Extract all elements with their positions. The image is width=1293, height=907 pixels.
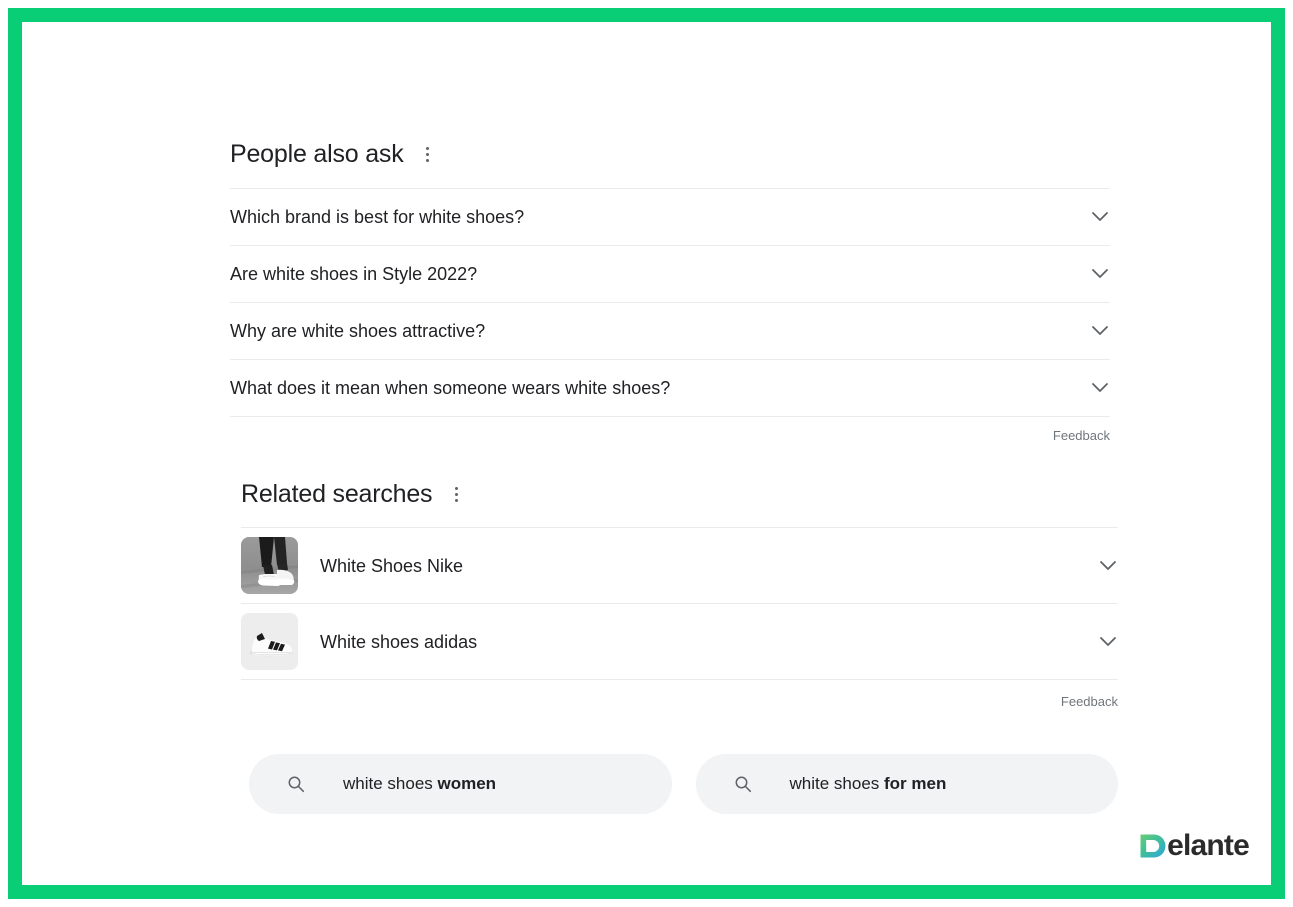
people-also-ask-title: People also ask [230, 140, 404, 168]
serp-canvas: People also ask Which brand is best for … [22, 22, 1271, 885]
people-also-ask-section: People also ask Which brand is best for … [230, 134, 1110, 446]
feedback-link[interactable]: Feedback [1053, 428, 1110, 444]
delante-d-mark-icon [1139, 833, 1166, 860]
chevron-down-icon[interactable] [1090, 264, 1110, 284]
delante-wordmark: elante [1167, 829, 1250, 862]
chevron-down-icon[interactable] [1098, 556, 1118, 576]
paa-question-row[interactable]: What does it mean when someone wears whi… [230, 359, 1110, 416]
related-search-text: White shoes adidas [320, 631, 478, 652]
related-searches-list: White Shoes Nike White shoes adidas Feed… [241, 527, 1118, 713]
kebab-dot [426, 152, 430, 156]
green-page-frame: People also ask Which brand is best for … [8, 8, 1285, 899]
kebab-menu-icon[interactable] [421, 144, 435, 164]
chevron-down-icon[interactable] [1098, 632, 1118, 652]
related-searches-section: Related searches White Shoes Nike White … [241, 474, 1118, 713]
query-chip-label: white shoes for men [790, 773, 947, 795]
search-icon [734, 775, 752, 793]
related-search-row[interactable]: White Shoes Nike [241, 527, 1118, 603]
related-searches-header: Related searches [241, 474, 1118, 514]
kebab-dot [454, 498, 458, 502]
query-chip-women[interactable]: white shoes women [249, 754, 672, 814]
kebab-dot [426, 146, 430, 150]
search-icon [287, 775, 305, 793]
feedback-link[interactable]: Feedback [1061, 694, 1118, 710]
query-chip-row: white shoes women white shoes for men [249, 754, 1118, 814]
query-chip-label: white shoes women [343, 773, 496, 795]
paa-question-text: Are white shoes in Style 2022? [230, 264, 478, 284]
query-chip-highlight: women [437, 774, 497, 793]
kebab-dot [426, 158, 430, 162]
query-chip-prefix: white shoes [789, 774, 884, 793]
paa-question-text: Why are white shoes attractive? [230, 321, 486, 341]
white-nike-sneakers-thumbnail [241, 537, 298, 594]
query-chip-for-men[interactable]: white shoes for men [695, 754, 1118, 814]
paa-question-row[interactable]: Which brand is best for white shoes? [230, 188, 1110, 245]
white-adidas-sneaker-thumbnail [241, 613, 298, 670]
delante-logo: elante [1139, 829, 1250, 863]
related-search-text: White Shoes Nike [320, 555, 464, 576]
query-chip-prefix: white shoes [343, 774, 438, 793]
people-also-ask-list: Which brand is best for white shoes? Are… [230, 188, 1110, 446]
related-searches-feedback-row: Feedback [241, 679, 1118, 713]
paa-feedback-row: Feedback [230, 416, 1110, 446]
chevron-down-icon[interactable] [1090, 207, 1110, 227]
kebab-menu-icon[interactable] [449, 484, 463, 504]
kebab-dot [454, 492, 458, 496]
related-searches-title: Related searches [241, 480, 433, 508]
paa-question-text: Which brand is best for white shoes? [230, 207, 525, 227]
query-chip-highlight: for men [884, 774, 947, 793]
chevron-down-icon[interactable] [1090, 321, 1110, 341]
people-also-ask-header: People also ask [230, 134, 1110, 174]
chevron-down-icon[interactable] [1090, 378, 1110, 398]
related-search-row[interactable]: White shoes adidas [241, 603, 1118, 679]
paa-question-row[interactable]: Why are white shoes attractive? [230, 302, 1110, 359]
kebab-dot [454, 486, 458, 490]
paa-question-row[interactable]: Are white shoes in Style 2022? [230, 245, 1110, 302]
paa-question-text: What does it mean when someone wears whi… [230, 378, 671, 398]
